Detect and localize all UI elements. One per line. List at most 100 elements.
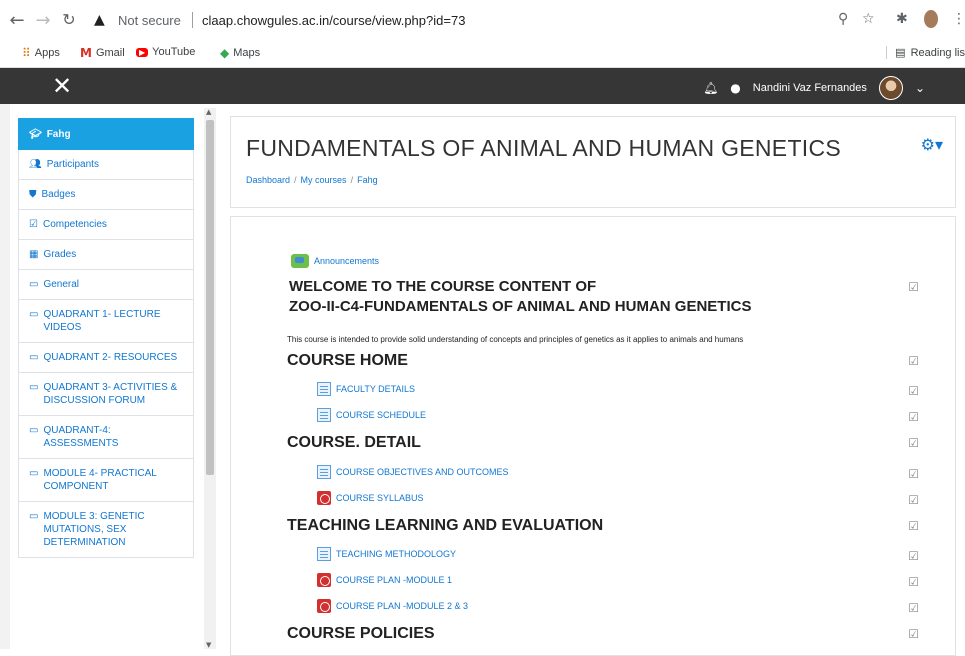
completion-checkbox[interactable]: ☑ — [908, 601, 919, 615]
warning-icon: ▲ — [94, 12, 105, 28]
page-icon — [317, 465, 331, 479]
folder-icon: ▭ — [29, 468, 39, 479]
graduation-cap-icon: 🎓︎ — [29, 128, 42, 140]
youtube-icon: ▶ — [136, 47, 149, 57]
breadcrumb-separator: / — [350, 175, 354, 185]
breadcrumb-my-courses[interactable]: My courses — [301, 175, 347, 185]
sidebar-item-general[interactable]: ▭ General — [18, 270, 194, 300]
gear-icon[interactable]: ⚙▾ — [921, 135, 943, 154]
activity-label: COURSE PLAN -MODULE 1 — [336, 575, 453, 585]
avatar[interactable] — [878, 76, 903, 100]
course-sidebar: 🎓︎ Fahg 👥︎ Participants ⛊ Badges ☑ Competenc… — [18, 118, 194, 649]
completion-checkbox[interactable]: ☑ — [908, 575, 919, 589]
page-icon — [317, 408, 331, 422]
profile-avatar[interactable] — [924, 10, 938, 28]
extensions-icon[interactable]: ✱ — [896, 11, 908, 27]
bookmarks-bar: ⠿ Apps M Gmail ▶ YouTube ◆ Maps ▤ Reading lis — [0, 44, 965, 66]
completion-checkbox[interactable]: ☑ — [908, 627, 919, 641]
url-text: claap.chowgules.ac.in/course/view.php?id… — [202, 13, 466, 28]
bookmark-apps[interactable]: ⠿ Apps — [22, 46, 60, 60]
zoom-icon[interactable]: ⚲ — [838, 11, 848, 27]
faculty-details-link[interactable]: FACULTY DETAILS — [317, 382, 415, 396]
page-icon — [317, 547, 331, 561]
forward-icon[interactable]: → — [32, 10, 54, 31]
activity-label: COURSE OBJECTIVES AND OUTCOMES — [336, 467, 509, 477]
sidebar-item-grades[interactable]: ▦ Grades — [18, 240, 194, 270]
menu-icon[interactable]: ⋮ — [952, 11, 965, 27]
activity-label: COURSE PLAN -MODULE 2 & 3 — [336, 601, 469, 611]
reload-icon[interactable]: ↻ — [58, 10, 80, 29]
user-name[interactable]: Nandini Vaz Fernandes — [753, 82, 867, 94]
sidebar-item-quadrant2[interactable]: ▭ QUADRANT 2- RESOURCES — [18, 343, 194, 373]
objectives-link[interactable]: COURSE OBJECTIVES AND OUTCOMES — [317, 465, 509, 479]
sidebar-item-participants[interactable]: 👥︎ Participants — [18, 150, 194, 180]
close-drawer-icon[interactable]: ✕ — [52, 72, 72, 100]
activity-label: Announcements — [314, 256, 380, 266]
sidebar-item-quadrant3[interactable]: ▭ QUADRANT 3- ACTIVITIES & DISCUSSION FOR… — [18, 373, 194, 416]
course-schedule-link[interactable]: COURSE SCHEDULE — [317, 408, 426, 422]
breadcrumb: Dashboard / My courses / Fahg — [246, 175, 378, 185]
reading-list-icon: ▤ — [895, 46, 906, 59]
sidebar-item-label: Participants — [46, 159, 99, 170]
scroll-up-icon[interactable]: ▲ — [206, 108, 211, 116]
methodology-link[interactable]: TEACHING METHODOLOGY — [317, 547, 456, 561]
sidebar-scrollbar[interactable]: ▲ ▼ — [204, 108, 216, 649]
sidebar-item-module4[interactable]: ▭ MODULE 4- PRACTICAL COMPONENT — [18, 459, 194, 502]
sidebar-item-competencies[interactable]: ☑ Competencies — [18, 210, 194, 240]
sidebar-item-label: QUADRANT-4: ASSESSMENTS — [43, 425, 119, 449]
completion-checkbox[interactable]: ☑ — [908, 436, 919, 450]
folder-icon: ▭ — [29, 279, 39, 290]
bell-icon[interactable]: 🔔︎ — [703, 81, 718, 95]
star-icon[interactable]: ☆ — [862, 11, 875, 27]
completion-checkbox[interactable]: ☑ — [908, 519, 919, 533]
bookmark-label: Maps — [233, 47, 261, 59]
sidebar-item-badges[interactable]: ⛊ Badges — [18, 180, 194, 210]
completion-checkbox[interactable]: ☑ — [908, 384, 919, 398]
site-navbar: ✕ 🔔︎ ● Nandini Vaz Fernandes ⌄ — [0, 68, 965, 104]
completion-checkbox[interactable]: ☑ — [908, 467, 919, 481]
chat-icon[interactable]: ● — [730, 81, 740, 95]
reading-list-label: Reading lis — [910, 47, 965, 59]
shield-icon: ⛊ — [29, 189, 37, 200]
pdf-icon — [317, 599, 331, 613]
sidebar-item-label: QUADRANT 2- RESOURCES — [43, 352, 178, 363]
address-row: ← → ↻ ▲ Not secure claap.chowgules.ac.in… — [0, 8, 965, 38]
syllabus-link[interactable]: COURSE SYLLABUS — [317, 491, 424, 505]
sidebar-item-label: Grades — [43, 249, 77, 260]
breadcrumb-dashboard[interactable]: Dashboard — [246, 175, 290, 185]
back-icon[interactable]: ← — [6, 10, 28, 31]
folder-icon: ▭ — [29, 309, 39, 320]
users-icon: 👥︎ — [29, 159, 42, 170]
completion-checkbox[interactable]: ☑ — [908, 549, 919, 563]
course-plan-1-link[interactable]: COURSE PLAN -MODULE 1 — [317, 573, 452, 587]
section-teaching-learning: TEACHING LEARNING AND EVALUATION — [287, 517, 604, 534]
sidebar-item-quadrant1[interactable]: ▭ QUADRANT 1- LECTURE VIDEOS — [18, 300, 194, 343]
bookmark-gmail[interactable]: M Gmail — [80, 46, 125, 60]
breadcrumb-course[interactable]: Fahg — [357, 175, 378, 185]
address-bar[interactable]: ▲ Not secure claap.chowgules.ac.in/cours… — [90, 8, 870, 34]
checkbox-icon: ☑ — [29, 219, 38, 230]
bookmark-youtube[interactable]: ▶ YouTube — [136, 46, 195, 58]
completion-checkbox[interactable]: ☑ — [908, 493, 919, 507]
completion-checkbox[interactable]: ☑ — [908, 354, 919, 368]
course-intro: This course is intended to provide solid… — [287, 335, 744, 344]
chevron-down-icon[interactable]: ⌄ — [915, 81, 925, 95]
sidebar-item-course[interactable]: 🎓︎ Fahg — [18, 118, 194, 150]
bookmark-maps[interactable]: ◆ Maps — [220, 46, 260, 60]
sidebar-item-label: MODULE 3: GENETIC MUTATIONS, SEX DETERMI… — [43, 511, 145, 548]
sidebar-item-label: Competencies — [42, 219, 107, 230]
welcome-line-2: ZOO-II-C4-FUNDAMENTALS OF ANIMAL AND HUM… — [289, 298, 752, 315]
scroll-down-icon[interactable]: ▼ — [206, 641, 211, 649]
page-edge — [0, 104, 10, 649]
course-plan-23-link[interactable]: COURSE PLAN -MODULE 2 & 3 — [317, 599, 468, 613]
scroll-thumb[interactable] — [206, 120, 214, 475]
completion-checkbox[interactable]: ☑ — [908, 410, 919, 424]
completion-checkbox[interactable]: ☑ — [908, 280, 919, 294]
sidebar-item-quadrant4[interactable]: ▭ QUADRANT-4: ASSESSMENTS — [18, 416, 194, 459]
pdf-icon — [317, 573, 331, 587]
announcements-link[interactable]: Announcements — [291, 254, 379, 268]
page-title: FUNDAMENTALS OF ANIMAL AND HUMAN GENETIC… — [246, 135, 842, 161]
reading-list[interactable]: ▤ Reading lis — [886, 46, 965, 59]
bookmark-label: Apps — [34, 47, 60, 59]
sidebar-item-module3[interactable]: ▭ MODULE 3: GENETIC MUTATIONS, SEX DETERM… — [18, 502, 194, 558]
